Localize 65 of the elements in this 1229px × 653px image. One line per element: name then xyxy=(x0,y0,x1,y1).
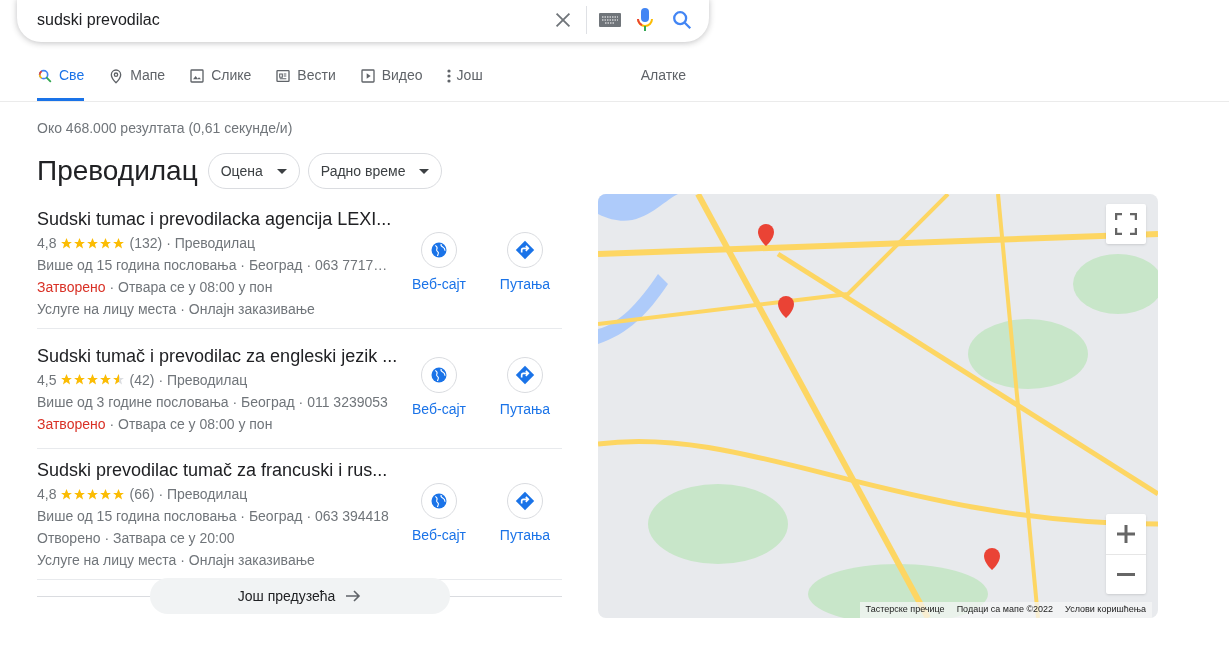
place-title[interactable]: Sudski tumač i prevodilac za engleski jezik ... xyxy=(37,342,402,369)
rating: 4,8 xyxy=(37,485,57,504)
directions-button[interactable]: Путања xyxy=(488,357,562,420)
open-status: Затворено xyxy=(37,278,106,297)
result-stats: Око 468.000 резултата (0,61 секунде/и) xyxy=(37,120,293,136)
image-icon xyxy=(189,67,206,84)
fullscreen-button[interactable] xyxy=(1106,204,1146,244)
attribution-link[interactable]: Подаци са мапе ©2022 xyxy=(956,603,1054,617)
fullscreen-icon xyxy=(1115,213,1137,235)
directions-button[interactable]: Путања xyxy=(488,482,562,546)
search-tab[interactable]: Видео xyxy=(359,65,423,101)
newspaper-icon xyxy=(275,67,292,84)
more-businesses-button[interactable]: Још предузећа xyxy=(149,578,450,614)
details: Више од 3 године пословања · Београд · 011 3239053 xyxy=(37,392,389,412)
attribution-link[interactable]: Тастерске пречице xyxy=(865,603,945,617)
caret-icon xyxy=(276,168,287,174)
search-bar[interactable]: sudski prevodilac xyxy=(17,0,709,42)
arrow-right-icon xyxy=(345,588,362,604)
rating: 4,8 xyxy=(37,234,57,253)
category: · Преводилац xyxy=(166,234,256,253)
search-tab[interactable]: Све xyxy=(37,65,85,101)
minus-icon xyxy=(1117,573,1135,576)
search-icon xyxy=(37,67,53,84)
place-title[interactable]: Sudski tumac i prevodilacka agencija LEXI... xyxy=(37,206,402,232)
details: Више од 15 година пословања · Београд · 063 394418 xyxy=(37,507,390,526)
website-button[interactable]: Веб-сајт xyxy=(402,357,476,420)
search-icon[interactable] xyxy=(671,9,693,31)
website-button[interactable]: Веб-сајт xyxy=(402,231,476,295)
open-status: Затворено xyxy=(37,414,106,434)
globe-icon xyxy=(430,240,448,259)
caret-icon xyxy=(419,168,430,174)
search-tab[interactable]: Још xyxy=(446,65,483,101)
search-tab[interactable]: Вести xyxy=(275,65,336,101)
website-button[interactable]: Веб-сајт xyxy=(402,482,476,546)
open-status: Отворено xyxy=(37,529,101,548)
globe-icon xyxy=(430,366,448,384)
category: · Преводилац xyxy=(158,485,248,504)
search-tab[interactable]: Слике xyxy=(189,65,252,101)
review-count: (66) xyxy=(129,485,155,504)
plus-icon xyxy=(1117,525,1135,543)
section-heading: Преводилац xyxy=(37,154,198,188)
details: Више од 15 година пословања · Београд · 063 7717… xyxy=(37,256,389,275)
services: Услуге на лицу места · Онлајн заказивање xyxy=(37,551,316,570)
search-tab[interactable]: Мапе xyxy=(108,65,166,101)
globe-icon xyxy=(430,491,448,510)
microphone-icon[interactable] xyxy=(637,8,653,32)
review-count: (132) xyxy=(129,234,163,253)
directions-icon xyxy=(515,490,535,511)
search-input[interactable]: sudski prevodilac xyxy=(37,8,552,32)
more-icon xyxy=(446,67,451,84)
services: Услуге на лицу места · Онлајн заказивање xyxy=(37,300,316,319)
directions-button[interactable]: Путања xyxy=(488,231,562,295)
hours: · Отвара се у 08:00 у пон xyxy=(109,414,273,434)
category: · Преводилац xyxy=(158,370,248,390)
place-title[interactable]: Sudski prevodilac tumač za francuski i rus... xyxy=(37,457,402,483)
hours: · Затвара се у 20:00 xyxy=(104,529,235,548)
review-count: (42) xyxy=(129,370,155,390)
tools-button[interactable]: Алатке xyxy=(640,65,687,101)
hours: · Отвара се у 08:00 у пон xyxy=(109,278,273,297)
directions-icon xyxy=(515,239,535,260)
rating: 4,5 xyxy=(37,370,57,390)
directions-icon xyxy=(515,365,535,385)
attribution-link[interactable]: Услови коришћења xyxy=(1065,603,1146,617)
keyboard-icon[interactable] xyxy=(599,13,621,27)
play-icon xyxy=(359,67,376,84)
